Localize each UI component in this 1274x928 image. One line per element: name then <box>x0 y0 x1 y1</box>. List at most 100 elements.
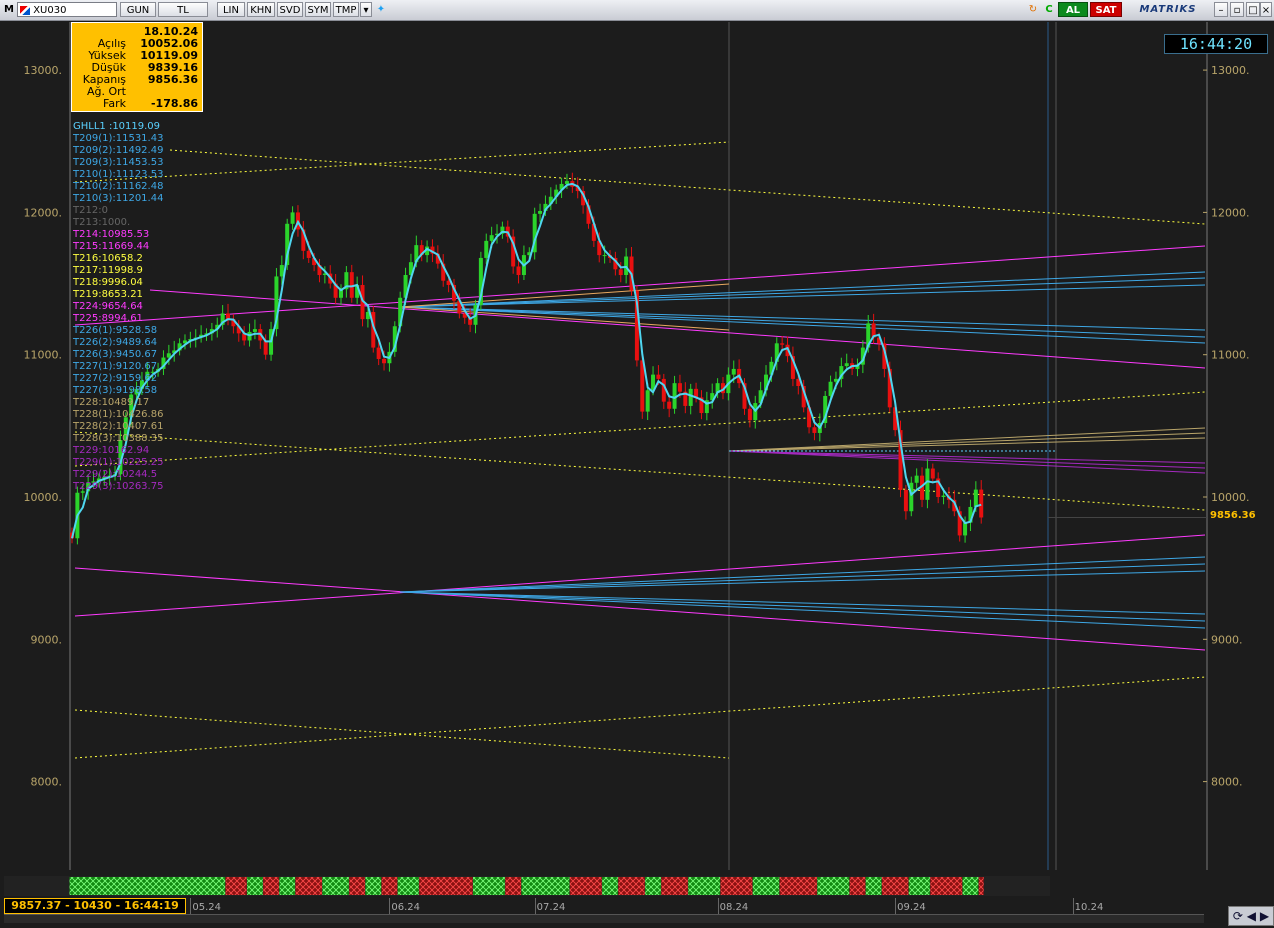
candle-body <box>349 272 354 298</box>
dropdown-icon[interactable]: ▾ <box>360 2 372 17</box>
symbol-input[interactable]: XU030 <box>17 2 117 17</box>
refresh-icon[interactable]: ↻ <box>1026 2 1040 17</box>
candle-body <box>941 495 946 497</box>
trend-line <box>399 563 1206 593</box>
x-tick <box>1072 898 1074 914</box>
period-button[interactable]: GUN <box>120 2 156 17</box>
signal-segment <box>505 877 522 895</box>
signal-segment <box>365 877 382 895</box>
maximize-icon[interactable]: □ <box>1246 2 1260 17</box>
y-tick-label-right: 8000. <box>1211 776 1243 789</box>
restore-icon[interactable]: ▫ <box>1230 2 1244 17</box>
legend-item: T216:10658.2 <box>73 253 143 264</box>
navigation-arrows-icon[interactable]: ⟳ ◀ ▶ <box>1228 906 1274 926</box>
signal-segment <box>645 877 661 895</box>
ohlc-info-box: 18.10.24 Açılış 10052.06 Yüksek 10119.09 D… <box>71 22 203 112</box>
candle-body <box>930 468 935 479</box>
signal-segment <box>881 877 909 895</box>
candle-body <box>979 489 984 518</box>
signal-segment <box>752 877 780 895</box>
candle-body <box>252 329 257 332</box>
legend-item: T227(2):9159.62 <box>73 373 158 384</box>
c-icon[interactable]: C <box>1042 2 1056 17</box>
x-tick <box>534 898 536 914</box>
legend-item: T219:8653.21 <box>73 289 143 300</box>
signal-segment <box>322 877 349 895</box>
trend-line <box>74 676 1206 759</box>
candle-body <box>667 401 672 409</box>
legend-item: T217:11998.9 <box>73 265 143 276</box>
template-button[interactable]: TMP <box>333 2 359 17</box>
candle-body <box>290 212 295 224</box>
signal-segment <box>908 877 930 895</box>
trend-line <box>399 283 730 308</box>
trend-line <box>74 245 1206 326</box>
candle-body <box>564 181 569 184</box>
info-row: Ağ. Ort <box>87 85 126 98</box>
candle-body <box>516 266 521 276</box>
candle-body <box>538 210 543 214</box>
candle-body <box>382 358 387 364</box>
status-bar: 9857.37 - 10430 - 16:44:19 <box>4 898 186 914</box>
info-row: Düşük 9839.16 <box>91 61 198 74</box>
legend-item: T210(2):11162.48 <box>73 181 164 192</box>
buy-button[interactable]: AL <box>1058 2 1088 17</box>
y-tick-label-right: 10000. <box>1211 491 1250 504</box>
signal-segment <box>618 877 645 895</box>
trend-line <box>399 284 1206 308</box>
trend-line <box>149 289 1206 369</box>
trend-line <box>169 149 1206 225</box>
legend-item: T226(1):9528.58 <box>73 325 158 336</box>
legend-item: T229(1):10225.25 <box>73 457 164 468</box>
trend-line <box>399 591 1206 622</box>
candle-body <box>844 363 849 367</box>
signal-segment <box>295 877 322 895</box>
y-tick-label-left: 10000. <box>24 491 63 504</box>
signal-segment <box>661 877 688 895</box>
chart-icon <box>20 5 30 15</box>
legend-item: T228:10489.17 <box>73 397 150 408</box>
legend-item: T209(1):11531.43 <box>73 133 164 144</box>
candle-body <box>780 343 785 345</box>
bird-icon[interactable]: ✦ <box>374 2 388 17</box>
sym-button[interactable]: SYM <box>305 2 331 17</box>
close-icon[interactable]: × <box>1260 2 1272 17</box>
sell-button[interactable]: SAT <box>1090 2 1122 17</box>
linear-scale-button[interactable]: LIN <box>217 2 245 17</box>
x-tick <box>389 898 391 914</box>
svd-button[interactable]: SVD <box>277 2 303 17</box>
signal-segment <box>225 877 247 895</box>
khn-button[interactable]: KHN <box>247 2 275 17</box>
legend-item: T227(3):9198.58 <box>73 385 158 396</box>
trend-line <box>74 141 730 183</box>
trend-line <box>399 306 1206 344</box>
x-tick <box>190 898 192 914</box>
currency-button[interactable]: TL <box>158 2 208 17</box>
menu-m-button[interactable]: M <box>2 2 16 17</box>
horizontal-scrollbar[interactable] <box>4 914 1204 923</box>
legend-item: T229(3):10263.75 <box>73 481 164 492</box>
candle-body <box>484 240 489 258</box>
x-tick <box>895 898 897 914</box>
symbol-label: XU030 <box>33 5 67 16</box>
legend-item: T228(3):10388.35 <box>73 433 164 444</box>
legend-item: T215:11669.44 <box>73 241 150 252</box>
trend-line <box>399 306 1206 331</box>
toolbar: M XU030 GUN TL LIN KHN SVD SYM TMP ▾ ✦ ↻… <box>0 0 1274 21</box>
candle-body <box>306 250 311 258</box>
price-chart[interactable]: 8000. 8000. 9000. 9000. 10000. 10000. 11000. 11… <box>0 20 1274 872</box>
candle-body <box>747 408 752 421</box>
signal-segment <box>419 877 473 895</box>
trend-line <box>74 709 730 759</box>
candle-body <box>489 235 494 241</box>
signal-segment <box>978 877 984 895</box>
signal-segment <box>263 877 279 895</box>
minimize-icon[interactable]: – <box>1214 2 1228 17</box>
info-row: Yüksek 10119.09 <box>88 49 198 62</box>
x-tick-label: 05.24 <box>192 902 221 913</box>
candle-body <box>376 347 381 359</box>
trend-line <box>399 271 1206 308</box>
legend-item: T229(2):10244.5 <box>73 469 158 480</box>
candle-body <box>688 388 693 406</box>
y-tick-label-right: 9000. <box>1211 633 1243 646</box>
